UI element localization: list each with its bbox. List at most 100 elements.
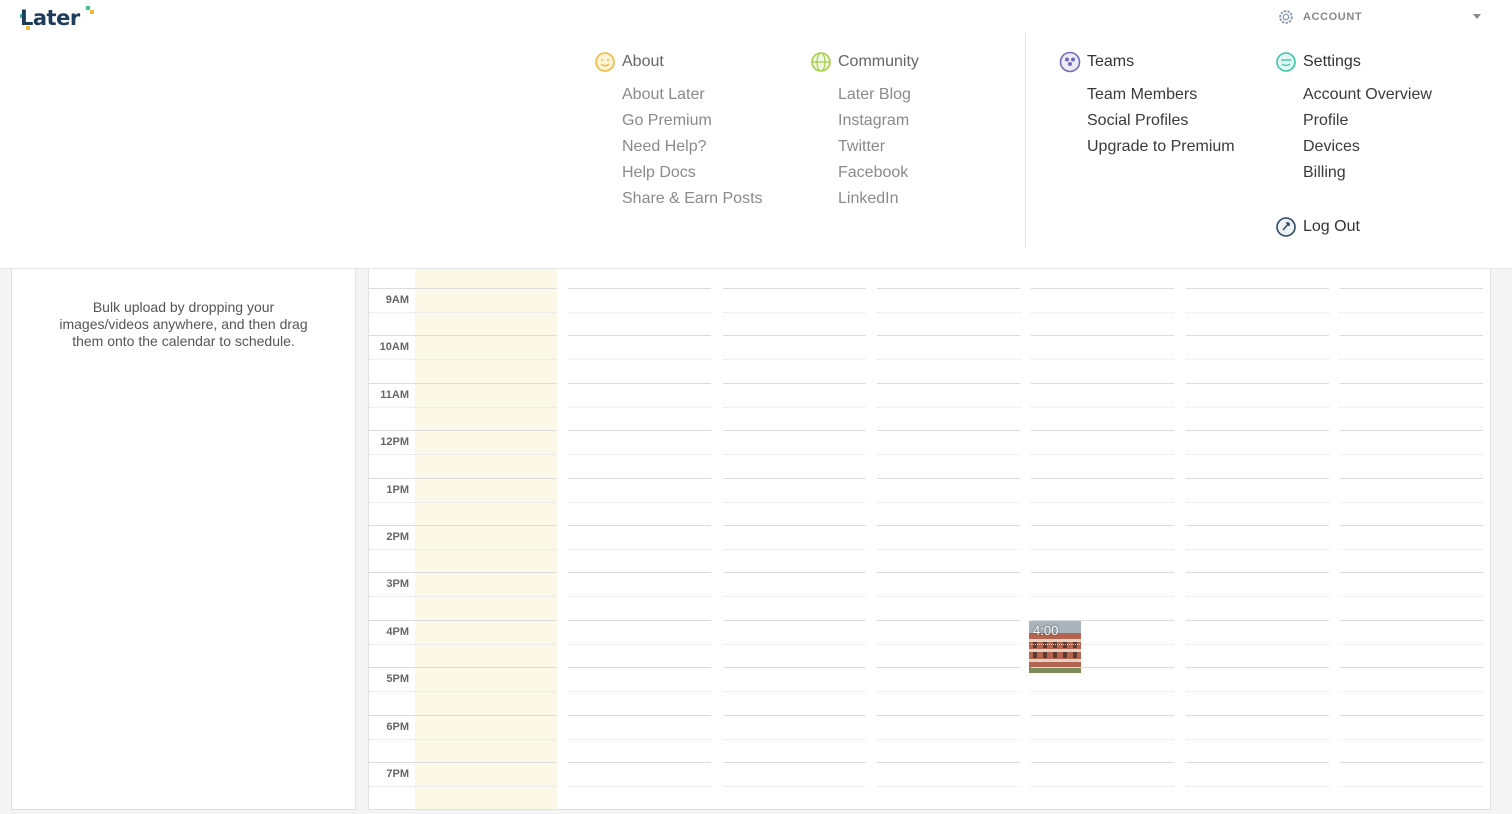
half-hour-gridline bbox=[1340, 644, 1483, 645]
half-hour-gridline bbox=[723, 312, 866, 313]
menu-item-linkedin[interactable]: LinkedIn bbox=[838, 186, 919, 212]
half-hour-gridline bbox=[568, 739, 711, 740]
menu-item-about-later[interactable]: About Later bbox=[622, 82, 763, 108]
hour-gridline bbox=[1031, 478, 1174, 479]
hour-label: 5PM bbox=[386, 673, 409, 685]
hour-gridline bbox=[877, 335, 1020, 336]
half-hour-gridline bbox=[568, 454, 711, 455]
upload-instructions: Bulk upload by dropping your images/vide… bbox=[12, 299, 355, 350]
menu-item-billing[interactable]: Billing bbox=[1303, 160, 1432, 186]
menu-item-go-premium[interactable]: Go Premium bbox=[622, 108, 763, 134]
later-logo[interactable]: Later bbox=[20, 4, 94, 32]
menu-item-help-docs[interactable]: Help Docs bbox=[622, 160, 763, 186]
menu-item-devices[interactable]: Devices bbox=[1303, 134, 1432, 160]
hour-gridline bbox=[1340, 478, 1483, 479]
hour-label: 7PM bbox=[386, 768, 409, 780]
half-hour-gridline bbox=[1340, 454, 1483, 455]
half-hour-gridline bbox=[877, 691, 1020, 692]
menu-item-account-overview[interactable]: Account Overview bbox=[1303, 82, 1432, 108]
gear-icon bbox=[1279, 10, 1293, 24]
hour-gridline bbox=[415, 430, 557, 431]
half-hour-gridline bbox=[877, 359, 1020, 360]
half-hour-gridline bbox=[1186, 596, 1329, 597]
half-hour-gridline bbox=[1186, 644, 1329, 645]
hour-gridline bbox=[723, 478, 866, 479]
menu-item-upgrade-premium[interactable]: Upgrade to Premium bbox=[1087, 134, 1235, 160]
hour-label: 6PM bbox=[386, 721, 409, 733]
half-hour-gridline bbox=[1340, 786, 1483, 787]
media-library-dropzone[interactable]: Bulk upload by dropping your images/vide… bbox=[11, 269, 356, 810]
hour-gridline bbox=[415, 383, 557, 384]
hour-gridline bbox=[877, 715, 1020, 716]
hour-gridline bbox=[1340, 288, 1483, 289]
community-title: Community bbox=[838, 53, 919, 70]
community-menu-list: Later Blog Instagram Twitter Facebook Li… bbox=[810, 82, 919, 212]
hour-gridline bbox=[568, 430, 711, 431]
menu-item-social-profiles[interactable]: Social Profiles bbox=[1087, 108, 1235, 134]
hour-gridline bbox=[369, 430, 415, 431]
half-hour-gridline bbox=[1340, 502, 1483, 503]
settings-menu-section: Settings Account Overview Profile Device… bbox=[1275, 50, 1432, 186]
hour-gridline bbox=[568, 572, 711, 573]
half-hour-gridline bbox=[1186, 549, 1329, 550]
hour-gridline bbox=[415, 715, 557, 716]
half-hour-gridline bbox=[1340, 739, 1483, 740]
half-hour-gridline bbox=[1186, 407, 1329, 408]
half-hour-gridline bbox=[723, 596, 866, 597]
logout-button[interactable]: Log Out bbox=[1275, 216, 1360, 238]
account-menu-toggle[interactable]: ACCOUNT bbox=[1277, 6, 1487, 28]
hour-gridline bbox=[1340, 383, 1483, 384]
hour-gridline bbox=[415, 288, 557, 289]
half-hour-gridline bbox=[877, 644, 1020, 645]
half-hour-gridline bbox=[415, 359, 557, 360]
half-hour-gridline bbox=[1340, 407, 1483, 408]
half-hour-gridline bbox=[877, 739, 1020, 740]
half-hour-gridline bbox=[1031, 359, 1174, 360]
hour-gridline bbox=[369, 667, 415, 668]
half-hour-gridline bbox=[723, 502, 866, 503]
hour-gridline bbox=[723, 288, 866, 289]
half-hour-gridline bbox=[1340, 549, 1483, 550]
hour-gridline bbox=[369, 762, 415, 763]
half-hour-gridline bbox=[1340, 312, 1483, 313]
chevron-down-icon[interactable] bbox=[1473, 14, 1481, 19]
teams-menu-section: Teams Team Members Social Profiles Upgra… bbox=[1059, 50, 1235, 160]
half-hour-gridline bbox=[1340, 596, 1483, 597]
scheduled-post-thumbnail[interactable]: 4:00 bbox=[1029, 621, 1081, 673]
hour-gridline bbox=[877, 478, 1020, 479]
half-hour-gridline bbox=[568, 549, 711, 550]
hour-gridline bbox=[415, 762, 557, 763]
hour-label: 4PM bbox=[386, 626, 409, 638]
half-hour-gridline bbox=[369, 502, 415, 503]
calendar-week-grid[interactable]: 4:00 9AM 10AM 11AM 12PM 1PM 2PM 3PM 4PM 5PM 6PM 7P… bbox=[368, 269, 1491, 810]
half-hour-gridline bbox=[723, 549, 866, 550]
menu-item-share-earn[interactable]: Share & Earn Posts bbox=[622, 186, 763, 212]
menu-item-twitter[interactable]: Twitter bbox=[838, 134, 919, 160]
half-hour-gridline bbox=[415, 549, 557, 550]
hour-gridline bbox=[1340, 620, 1483, 621]
about-menu-section: About About Later Go Premium Need Help? … bbox=[594, 50, 763, 212]
hour-gridline bbox=[723, 430, 866, 431]
hour-gridline bbox=[1186, 762, 1329, 763]
half-hour-gridline bbox=[1186, 739, 1329, 740]
menu-item-instagram[interactable]: Instagram bbox=[838, 108, 919, 134]
settings-title: Settings bbox=[1303, 53, 1361, 70]
hour-gridline bbox=[568, 525, 711, 526]
half-hour-gridline bbox=[568, 691, 711, 692]
menu-item-profile[interactable]: Profile bbox=[1303, 108, 1432, 134]
half-hour-gridline bbox=[369, 312, 415, 313]
half-hour-gridline bbox=[1031, 549, 1174, 550]
half-hour-gridline bbox=[415, 312, 557, 313]
menu-item-need-help[interactable]: Need Help? bbox=[622, 134, 763, 160]
half-hour-gridline bbox=[415, 502, 557, 503]
menu-item-facebook[interactable]: Facebook bbox=[838, 160, 919, 186]
hour-gridline bbox=[1340, 667, 1483, 668]
menu-item-later-blog[interactable]: Later Blog bbox=[838, 82, 919, 108]
hour-gridline bbox=[723, 762, 866, 763]
upload-instruction-line: them onto the calendar to schedule. bbox=[72, 333, 295, 349]
half-hour-gridline bbox=[369, 549, 415, 550]
half-hour-gridline bbox=[877, 596, 1020, 597]
half-hour-gridline bbox=[1186, 312, 1329, 313]
half-hour-gridline bbox=[568, 407, 711, 408]
menu-item-team-members[interactable]: Team Members bbox=[1087, 82, 1235, 108]
